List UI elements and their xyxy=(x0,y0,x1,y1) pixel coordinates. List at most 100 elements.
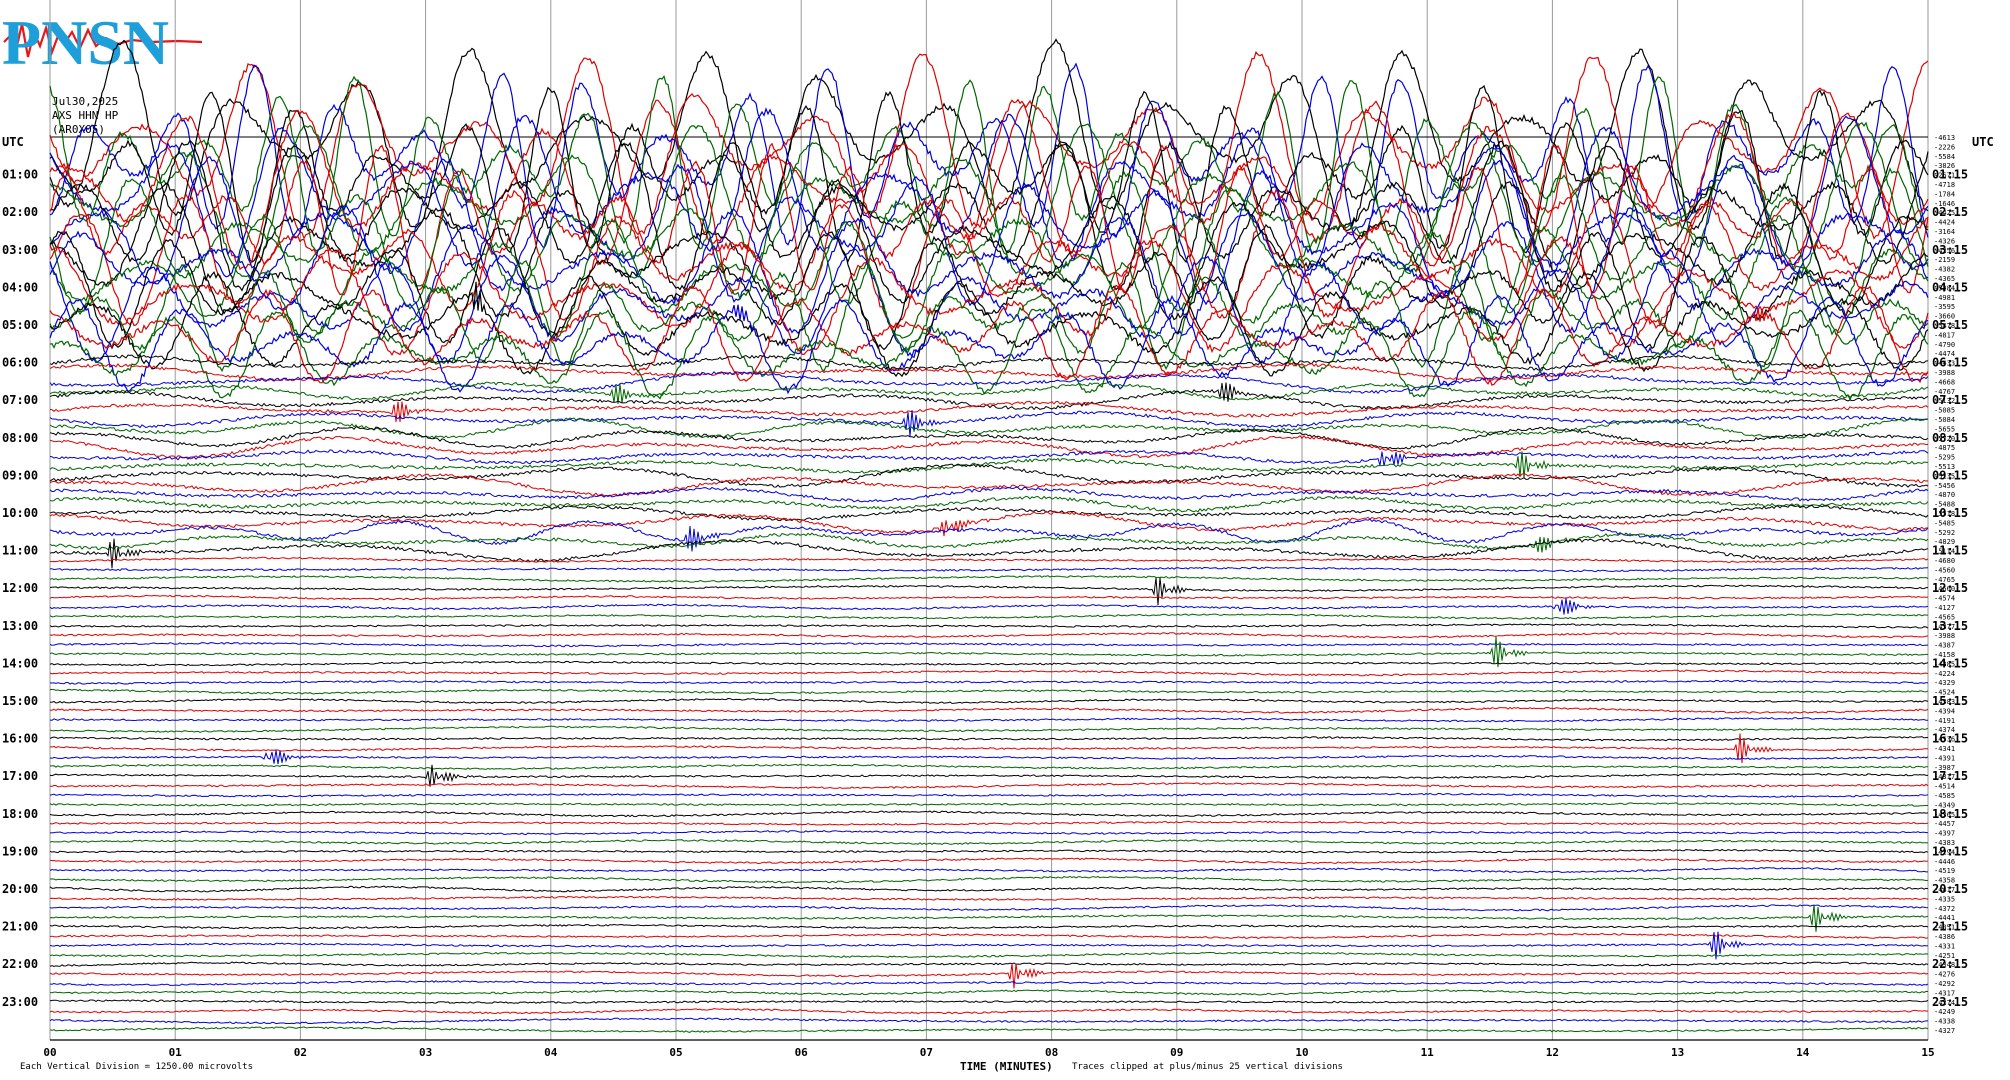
seismic-trace xyxy=(49,434,1928,460)
seismic-trace xyxy=(49,688,1929,695)
trace-offset-label: -1784 xyxy=(1934,190,1955,198)
right-hour-label: 18:15 xyxy=(1932,807,1968,821)
seismic-trace xyxy=(49,495,1929,513)
seismic-trace xyxy=(49,1026,1929,1033)
seismic-trace xyxy=(49,951,1929,958)
x-tick-label: 09 xyxy=(1170,1046,1183,1059)
right-hour-label: 19:15 xyxy=(1932,844,1968,858)
x-tick-label: 06 xyxy=(795,1046,809,1059)
seismic-trace xyxy=(49,623,1929,629)
seismic-trace xyxy=(49,178,1929,321)
seismic-trace xyxy=(49,660,1929,667)
seismic-trace xyxy=(49,839,1929,845)
trace-offset-label: -4331 xyxy=(1934,942,1955,950)
right-hour-label: 23:15 xyxy=(1932,995,1968,1009)
trace-offset-label: -4327 xyxy=(1934,1027,1955,1035)
seismic-trace xyxy=(49,875,1929,884)
right-hour-label: 22:15 xyxy=(1932,957,1968,971)
left-hour-label: 03:00 xyxy=(2,243,38,257)
right-hour-label: 08:15 xyxy=(1932,431,1968,445)
seismic-trace xyxy=(49,597,1929,615)
left-hour-label: 02:00 xyxy=(2,205,38,219)
right-hour-label: 17:15 xyxy=(1932,769,1968,783)
trace-offset-label: -4372 xyxy=(1934,905,1955,913)
seismic-trace xyxy=(49,632,1929,639)
left-hour-label: 01:00 xyxy=(2,168,38,182)
trace-offset-label: -4870 xyxy=(1934,491,1955,499)
right-hour-label: 20:15 xyxy=(1932,882,1968,896)
seismic-trace xyxy=(49,848,1929,854)
seismic-trace xyxy=(49,679,1929,685)
trace-offset-label: -4668 xyxy=(1934,378,1955,386)
x-tick-label: 08 xyxy=(1045,1046,1058,1059)
trace-offset-label: -4875 xyxy=(1934,444,1955,452)
seismic-trace xyxy=(49,566,1929,573)
scale-note: Each Vertical Division = 1250.00 microvo… xyxy=(20,1062,253,1072)
trace-offset-label: -4292 xyxy=(1934,980,1955,988)
seismic-trace xyxy=(49,1008,1929,1015)
left-hour-label: 07:00 xyxy=(2,393,38,407)
seismic-trace xyxy=(49,885,1929,893)
right-hour-label: 02:15 xyxy=(1932,205,1968,219)
trace-offset-label: -4338 xyxy=(1934,1018,1955,1026)
trace-offset-label: -4560 xyxy=(1934,566,1955,574)
trace-offset-label: -2159 xyxy=(1934,256,1955,264)
seismic-trace xyxy=(49,980,1929,986)
seismic-trace xyxy=(49,895,1929,901)
clip-note: Traces clipped at plus/minus 25 vertical… xyxy=(1072,1062,1343,1072)
trace-offset-label: -4394 xyxy=(1934,707,1955,715)
seismic-trace xyxy=(49,504,1929,522)
trace-offset-label: -4386 xyxy=(1934,933,1955,941)
seismic-trace xyxy=(49,50,1929,240)
seismic-trace xyxy=(49,733,1929,764)
trace-offset-label: -4446 xyxy=(1934,858,1955,866)
seismic-trace xyxy=(49,810,1929,818)
trace-offset-label: -4424 xyxy=(1934,219,1955,227)
trace-offset-label: -4191 xyxy=(1934,717,1955,725)
seismic-trace xyxy=(49,642,1928,648)
left-hour-label: 14:00 xyxy=(2,656,38,670)
left-hour-label: 15:00 xyxy=(2,694,38,708)
x-tick-label: 05 xyxy=(669,1046,682,1059)
trace-offset-label: -4790 xyxy=(1934,341,1955,349)
seismic-trace xyxy=(49,736,1929,742)
trace-offset-label: -4127 xyxy=(1934,604,1955,612)
seismogram-plot: 00 01 02 03 04 05 06 07 08 09 10 11 12 13 14 15 -4613-22… xyxy=(2,0,1968,1059)
x-tick-label: 12 xyxy=(1546,1046,1559,1059)
left-hour-label: 20:00 xyxy=(2,882,38,896)
x-tick-label: 04 xyxy=(544,1046,558,1059)
right-hour-label: 01:15 xyxy=(1932,168,1968,182)
seismic-trace xyxy=(49,932,1929,940)
seismic-trace xyxy=(49,961,1929,967)
trace-offset-label: -4249 xyxy=(1934,1008,1955,1016)
x-tick-label: 15 xyxy=(1921,1046,1934,1059)
right-hour-label: 03:15 xyxy=(1932,243,1968,257)
seismic-trace xyxy=(49,381,1929,404)
left-hour-label: 21:00 xyxy=(2,920,38,934)
seismic-trace xyxy=(49,792,1929,798)
right-hour-label: 21:15 xyxy=(1932,920,1968,934)
seismic-trace xyxy=(49,235,1929,356)
seismic-trace xyxy=(49,594,1929,601)
seismic-trace xyxy=(49,284,1929,386)
trace-offset-label: -3988 xyxy=(1934,632,1955,640)
trace-offset-label: -4514 xyxy=(1934,783,1955,791)
right-hour-label: 13:15 xyxy=(1932,619,1968,633)
trace-offset-label: -3595 xyxy=(1934,303,1955,311)
seismic-trace xyxy=(49,697,1929,705)
trace-offset-label: -4387 xyxy=(1934,642,1955,650)
left-hour-label: 13:00 xyxy=(2,619,38,633)
right-hour-label: 12:15 xyxy=(1932,581,1968,595)
seismic-trace xyxy=(49,763,1928,770)
seismic-trace xyxy=(49,538,1929,569)
trace-offset-label: -4981 xyxy=(1934,294,1955,302)
right-hour-label: 09:15 xyxy=(1932,468,1968,482)
x-tick-label: 10 xyxy=(1295,1046,1308,1059)
x-tick-label: 00 xyxy=(43,1046,56,1059)
trace-offset-label: -4613 xyxy=(1934,134,1955,142)
seismic-trace xyxy=(49,510,1929,537)
seismic-trace xyxy=(49,820,1929,826)
right-hour-label: 14:15 xyxy=(1932,656,1968,670)
seismic-trace xyxy=(49,750,1929,765)
right-hour-label: 15:15 xyxy=(1932,694,1968,708)
